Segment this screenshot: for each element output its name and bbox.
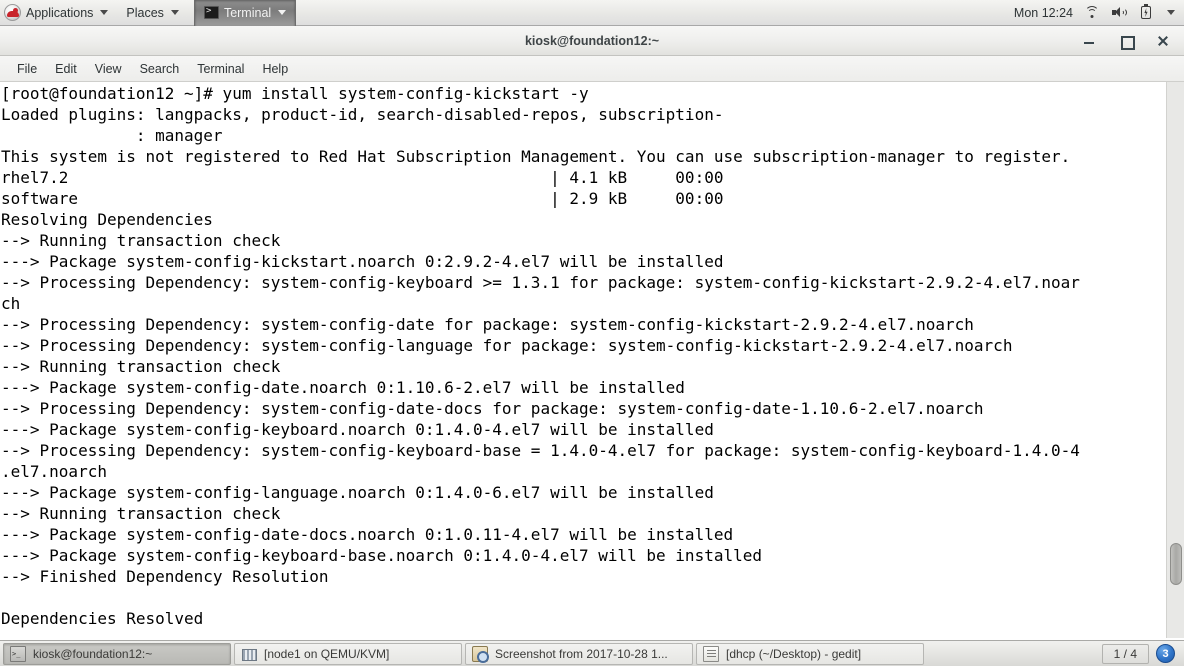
virtual-machine-icon — [241, 646, 257, 662]
menu-view[interactable]: View — [86, 56, 131, 82]
terminal-icon — [10, 645, 26, 662]
top-panel: Applications Places Terminal Mon 12:24 — [0, 0, 1184, 26]
menu-help[interactable]: Help — [253, 56, 297, 82]
notification-badge[interactable]: 3 — [1156, 644, 1175, 663]
minimize-button[interactable] — [1081, 33, 1097, 49]
places-menu-label: Places — [126, 5, 164, 20]
taskbar-item-terminal[interactable]: kiosk@foundation12:~ — [3, 642, 231, 665]
taskbar-item-label: [node1 on QEMU/KVM] — [264, 646, 390, 661]
window-controls — [1081, 33, 1184, 50]
window-titlebar[interactable]: kiosk@foundation12:~ — [0, 26, 1184, 56]
terminal-output[interactable]: [root@foundation12 ~]# yum install syste… — [0, 82, 1166, 638]
scrollbar-thumb[interactable] — [1170, 543, 1182, 585]
taskbar-item-label: [dhcp (~/Desktop) - gedit] — [726, 646, 862, 661]
terminal-window: kiosk@foundation12:~ File Edit View Sear… — [0, 26, 1184, 640]
panel-status-area: Mon 12:24 — [1014, 4, 1184, 20]
menu-search[interactable]: Search — [131, 56, 189, 82]
close-button[interactable] — [1155, 33, 1171, 49]
redhat-logo-icon — [4, 4, 21, 21]
taskbar-item-gedit[interactable]: [dhcp (~/Desktop) - gedit] — [696, 642, 924, 665]
chevron-down-icon — [170, 10, 179, 15]
battery-icon[interactable] — [1138, 4, 1154, 20]
window-menu-terminal[interactable]: Terminal — [193, 0, 297, 26]
menu-file[interactable]: File — [8, 56, 46, 82]
terminal-icon — [203, 5, 219, 19]
screenshot-icon — [472, 645, 489, 663]
menubar: File Edit View Search Terminal Help — [0, 56, 1184, 82]
chevron-down-icon — [278, 10, 287, 15]
taskbar: kiosk@foundation12:~ [node1 on QEMU/KVM]… — [0, 640, 1184, 666]
gedit-icon — [703, 645, 719, 662]
applications-menu[interactable]: Applications — [0, 0, 117, 26]
chevron-down-icon — [100, 10, 109, 15]
terminal-area: [root@foundation12 ~]# yum install syste… — [0, 82, 1184, 638]
taskbar-item-label: Screenshot from 2017-10-28 1... — [495, 646, 668, 661]
menu-terminal[interactable]: Terminal — [188, 56, 253, 82]
terminal-scrollbar[interactable] — [1166, 82, 1184, 638]
menu-edit[interactable]: Edit — [46, 56, 86, 82]
window-menu-label: Terminal — [223, 5, 272, 20]
taskbar-item-vm[interactable]: [node1 on QEMU/KVM] — [234, 642, 462, 665]
places-menu[interactable]: Places — [117, 0, 188, 26]
applications-menu-label: Applications — [26, 5, 94, 20]
taskbar-item-screenshot[interactable]: Screenshot from 2017-10-28 1... — [465, 642, 693, 665]
wifi-icon[interactable] — [1084, 5, 1100, 20]
taskbar-item-label: kiosk@foundation12:~ — [33, 646, 153, 661]
clock[interactable]: Mon 12:24 — [1014, 6, 1073, 20]
workspace-switcher[interactable]: 1 / 4 — [1101, 643, 1149, 664]
chevron-down-icon[interactable] — [1167, 10, 1175, 15]
maximize-button[interactable] — [1118, 33, 1135, 50]
volume-icon[interactable] — [1111, 5, 1127, 20]
taskbar-status-area: 1 / 4 3 — [1101, 643, 1181, 664]
window-title: kiosk@foundation12:~ — [524, 33, 660, 48]
